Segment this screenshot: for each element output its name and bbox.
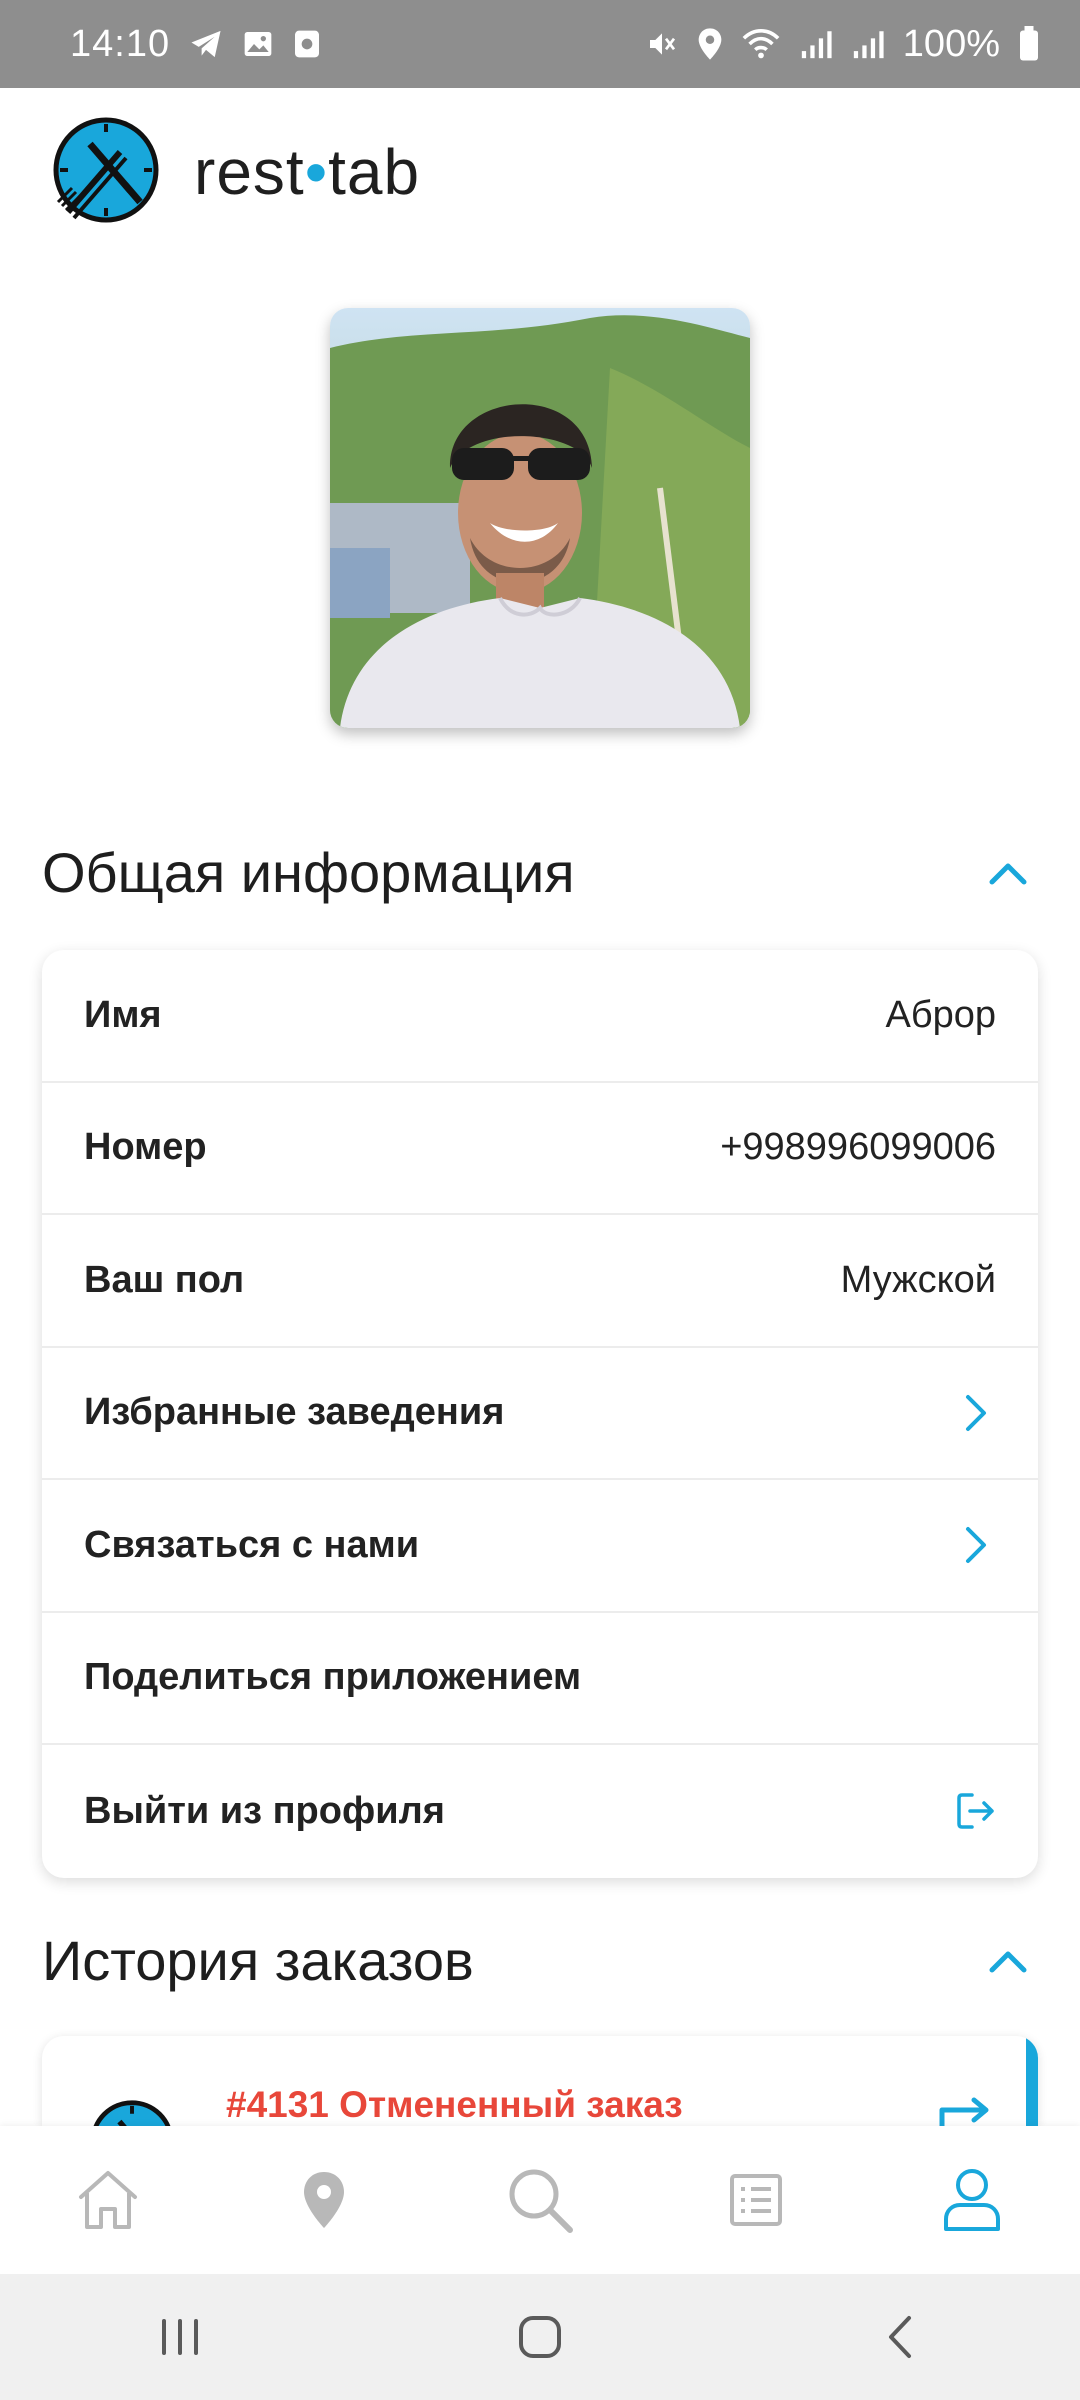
location-icon: [697, 27, 723, 61]
order-card[interactable]: #4131 Отмененный заказ: [42, 2036, 1038, 2126]
general-info-header[interactable]: Общая информация: [42, 840, 1038, 905]
order-accent-bar: [1026, 2036, 1038, 2126]
row-label: Ваш пол: [84, 1258, 245, 1301]
signal-icon: [851, 28, 885, 60]
gallery-icon: [242, 28, 274, 60]
section-title: История заказов: [42, 1929, 474, 1992]
logout-icon: [956, 1791, 996, 1831]
signal-icon: [799, 28, 833, 60]
row-label: Имя: [84, 993, 162, 1036]
contact-us-row[interactable]: Связаться с нами: [42, 1480, 1038, 1613]
profile-avatar[interactable]: [330, 308, 750, 728]
system-navigation-bar: [0, 2274, 1080, 2400]
telegram-icon: [188, 28, 224, 60]
status-bar: 14:10 100%: [0, 0, 1080, 88]
home-button-icon[interactable]: [490, 2297, 590, 2377]
recent-apps-icon[interactable]: [130, 2297, 230, 2377]
brand-logo-icon[interactable]: [50, 114, 162, 231]
chevron-right-icon: [956, 1393, 996, 1433]
share-app-row[interactable]: Поделиться приложением: [42, 1613, 1038, 1745]
battery-icon: [1018, 26, 1040, 62]
logout-row[interactable]: Выйти из профиля: [42, 1745, 1038, 1878]
row-label: Номер: [84, 1126, 207, 1169]
restaurant-logo-icon: [88, 2098, 176, 2126]
status-right: 100%: [645, 23, 1040, 66]
wifi-icon: [741, 28, 781, 60]
row-label: Связаться с нами: [84, 1523, 420, 1566]
favorite-venues-row[interactable]: Избранные заведения: [42, 1348, 1038, 1480]
chevron-up-icon[interactable]: [978, 843, 1038, 903]
nav-home-icon[interactable]: [48, 2150, 168, 2250]
chevron-right-icon: [956, 1525, 996, 1565]
bottom-navigation: [0, 2126, 1080, 2274]
row-label: Поделиться приложением: [84, 1656, 582, 1699]
nav-location-icon[interactable]: [264, 2150, 384, 2250]
nav-profile-icon[interactable]: [912, 2150, 1032, 2250]
status-left: 14:10: [70, 23, 322, 66]
nav-search-icon[interactable]: [480, 2150, 600, 2250]
general-info-card: Имя Аброр Номер +998996099006 Ваш пол Му…: [42, 950, 1038, 1878]
status-time: 14:10: [70, 22, 171, 65]
row-label: Выйти из профиля: [84, 1789, 445, 1832]
nav-orders-list-icon[interactable]: [696, 2150, 816, 2250]
back-icon[interactable]: [850, 2297, 950, 2377]
arrow-right-icon: [936, 2096, 992, 2126]
info-row-name: Имя Аброр: [42, 950, 1038, 1083]
order-history-header[interactable]: История заказов: [42, 1928, 1038, 1993]
row-value: +998996099006: [720, 1126, 996, 1169]
row-value: Мужской: [840, 1258, 996, 1301]
info-row-gender: Ваш пол Мужской: [42, 1215, 1038, 1348]
row-value: Аброр: [885, 993, 996, 1036]
order-title: #4131 Отмененный заказ: [226, 2084, 683, 2125]
row-label: Избранные заведения: [84, 1391, 505, 1434]
chevron-up-icon[interactable]: [978, 1931, 1038, 1991]
mute-icon: [645, 28, 679, 60]
section-title: Общая информация: [42, 841, 575, 904]
app-header: rest•tab: [50, 112, 420, 232]
info-row-phone: Номер +998996099006: [42, 1083, 1038, 1215]
brand-name: rest•tab: [194, 136, 421, 208]
battery-percent: 100%: [902, 22, 1000, 65]
screen-recorder-icon: [292, 28, 322, 60]
